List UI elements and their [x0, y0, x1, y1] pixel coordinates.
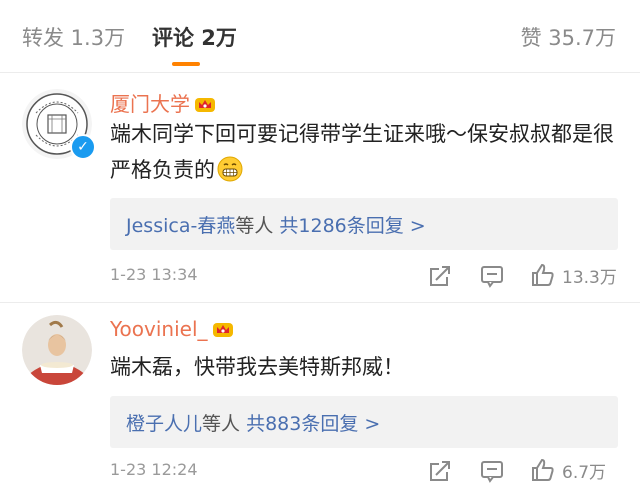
comment-text-content: 端木磊，快带我去美特斯邦威！	[110, 355, 404, 379]
tab-repost[interactable]: 转发 1.3万	[22, 22, 125, 52]
replies-connector: 等人	[235, 215, 274, 237]
comment-meta: 1-23 12:24 6.7万	[110, 457, 620, 487]
username-text[interactable]: 厦门大学	[110, 92, 190, 116]
avatar[interactable]	[22, 315, 92, 385]
username[interactable]: 厦门大学	[110, 88, 216, 117]
timestamp: 1-23 13:34	[110, 265, 198, 284]
timestamp: 1-23 12:24	[110, 460, 198, 479]
replies-connector: 等人	[202, 413, 241, 435]
comment-item: Yooviniel_ 端木磊，快带我去美特斯邦威！ 橙子人儿等人 共883条回复…	[0, 303, 640, 499]
thumbs-up-icon	[532, 458, 554, 481]
vip-crown-icon	[195, 98, 215, 112]
verified-badge-icon: ✓	[70, 134, 96, 160]
username[interactable]: Yooviniel_	[110, 317, 234, 341]
like-count: 13.3万	[562, 267, 617, 288]
comment-icon[interactable]	[478, 457, 506, 485]
like-button[interactable]: 13.3万	[530, 262, 617, 290]
like-count: 6.7万	[562, 462, 607, 483]
like-button[interactable]: 6.7万	[530, 457, 606, 485]
thumbs-up-icon	[532, 263, 554, 286]
comment-item: ✓ 厦门大学 端木同学下回可要记得带学生证来哦～保安叔叔都是很严格负责的 Jes…	[0, 72, 640, 303]
comment-meta: 1-23 13:34 13.3万	[110, 262, 620, 292]
replies-names[interactable]: 橙子人儿	[126, 413, 202, 435]
replies-summary-text[interactable]: Jessica-春燕等人 共1286条回复 >	[126, 211, 426, 238]
share-icon[interactable]	[426, 457, 454, 485]
vip-crown-icon	[212, 323, 233, 337]
comment-icon[interactable]	[478, 262, 506, 290]
replies-summary[interactable]: 橙子人儿等人 共883条回复 >	[110, 396, 618, 448]
replies-count[interactable]: 共1286条回复 >	[279, 215, 425, 237]
active-tab-indicator	[172, 62, 200, 66]
comment-tabs: 转发 1.3万 评论 2万 赞 35.7万	[0, 0, 640, 73]
share-icon[interactable]	[426, 262, 454, 290]
comment-text: 端木磊，快带我去美特斯邦威！	[110, 349, 620, 385]
comment-text: 端木同学下回可要记得带学生证来哦～保安叔叔都是很严格负责的	[110, 116, 620, 188]
grin-emoji-icon	[217, 156, 243, 182]
user-photo-icon	[22, 315, 92, 385]
tab-likes[interactable]: 赞 35.7万	[521, 22, 616, 52]
replies-count[interactable]: 共883条回复 >	[246, 413, 380, 435]
replies-names[interactable]: Jessica-春燕	[126, 215, 235, 237]
username-text[interactable]: Yooviniel_	[110, 317, 208, 341]
tab-comments[interactable]: 评论 2万	[152, 22, 237, 52]
replies-summary-text[interactable]: 橙子人儿等人 共883条回复 >	[126, 409, 380, 436]
replies-summary[interactable]: Jessica-春燕等人 共1286条回复 >	[110, 198, 618, 250]
comment-text-content: 端木同学下回可要记得带学生证来哦～保安叔叔都是很严格负责的	[110, 122, 614, 182]
